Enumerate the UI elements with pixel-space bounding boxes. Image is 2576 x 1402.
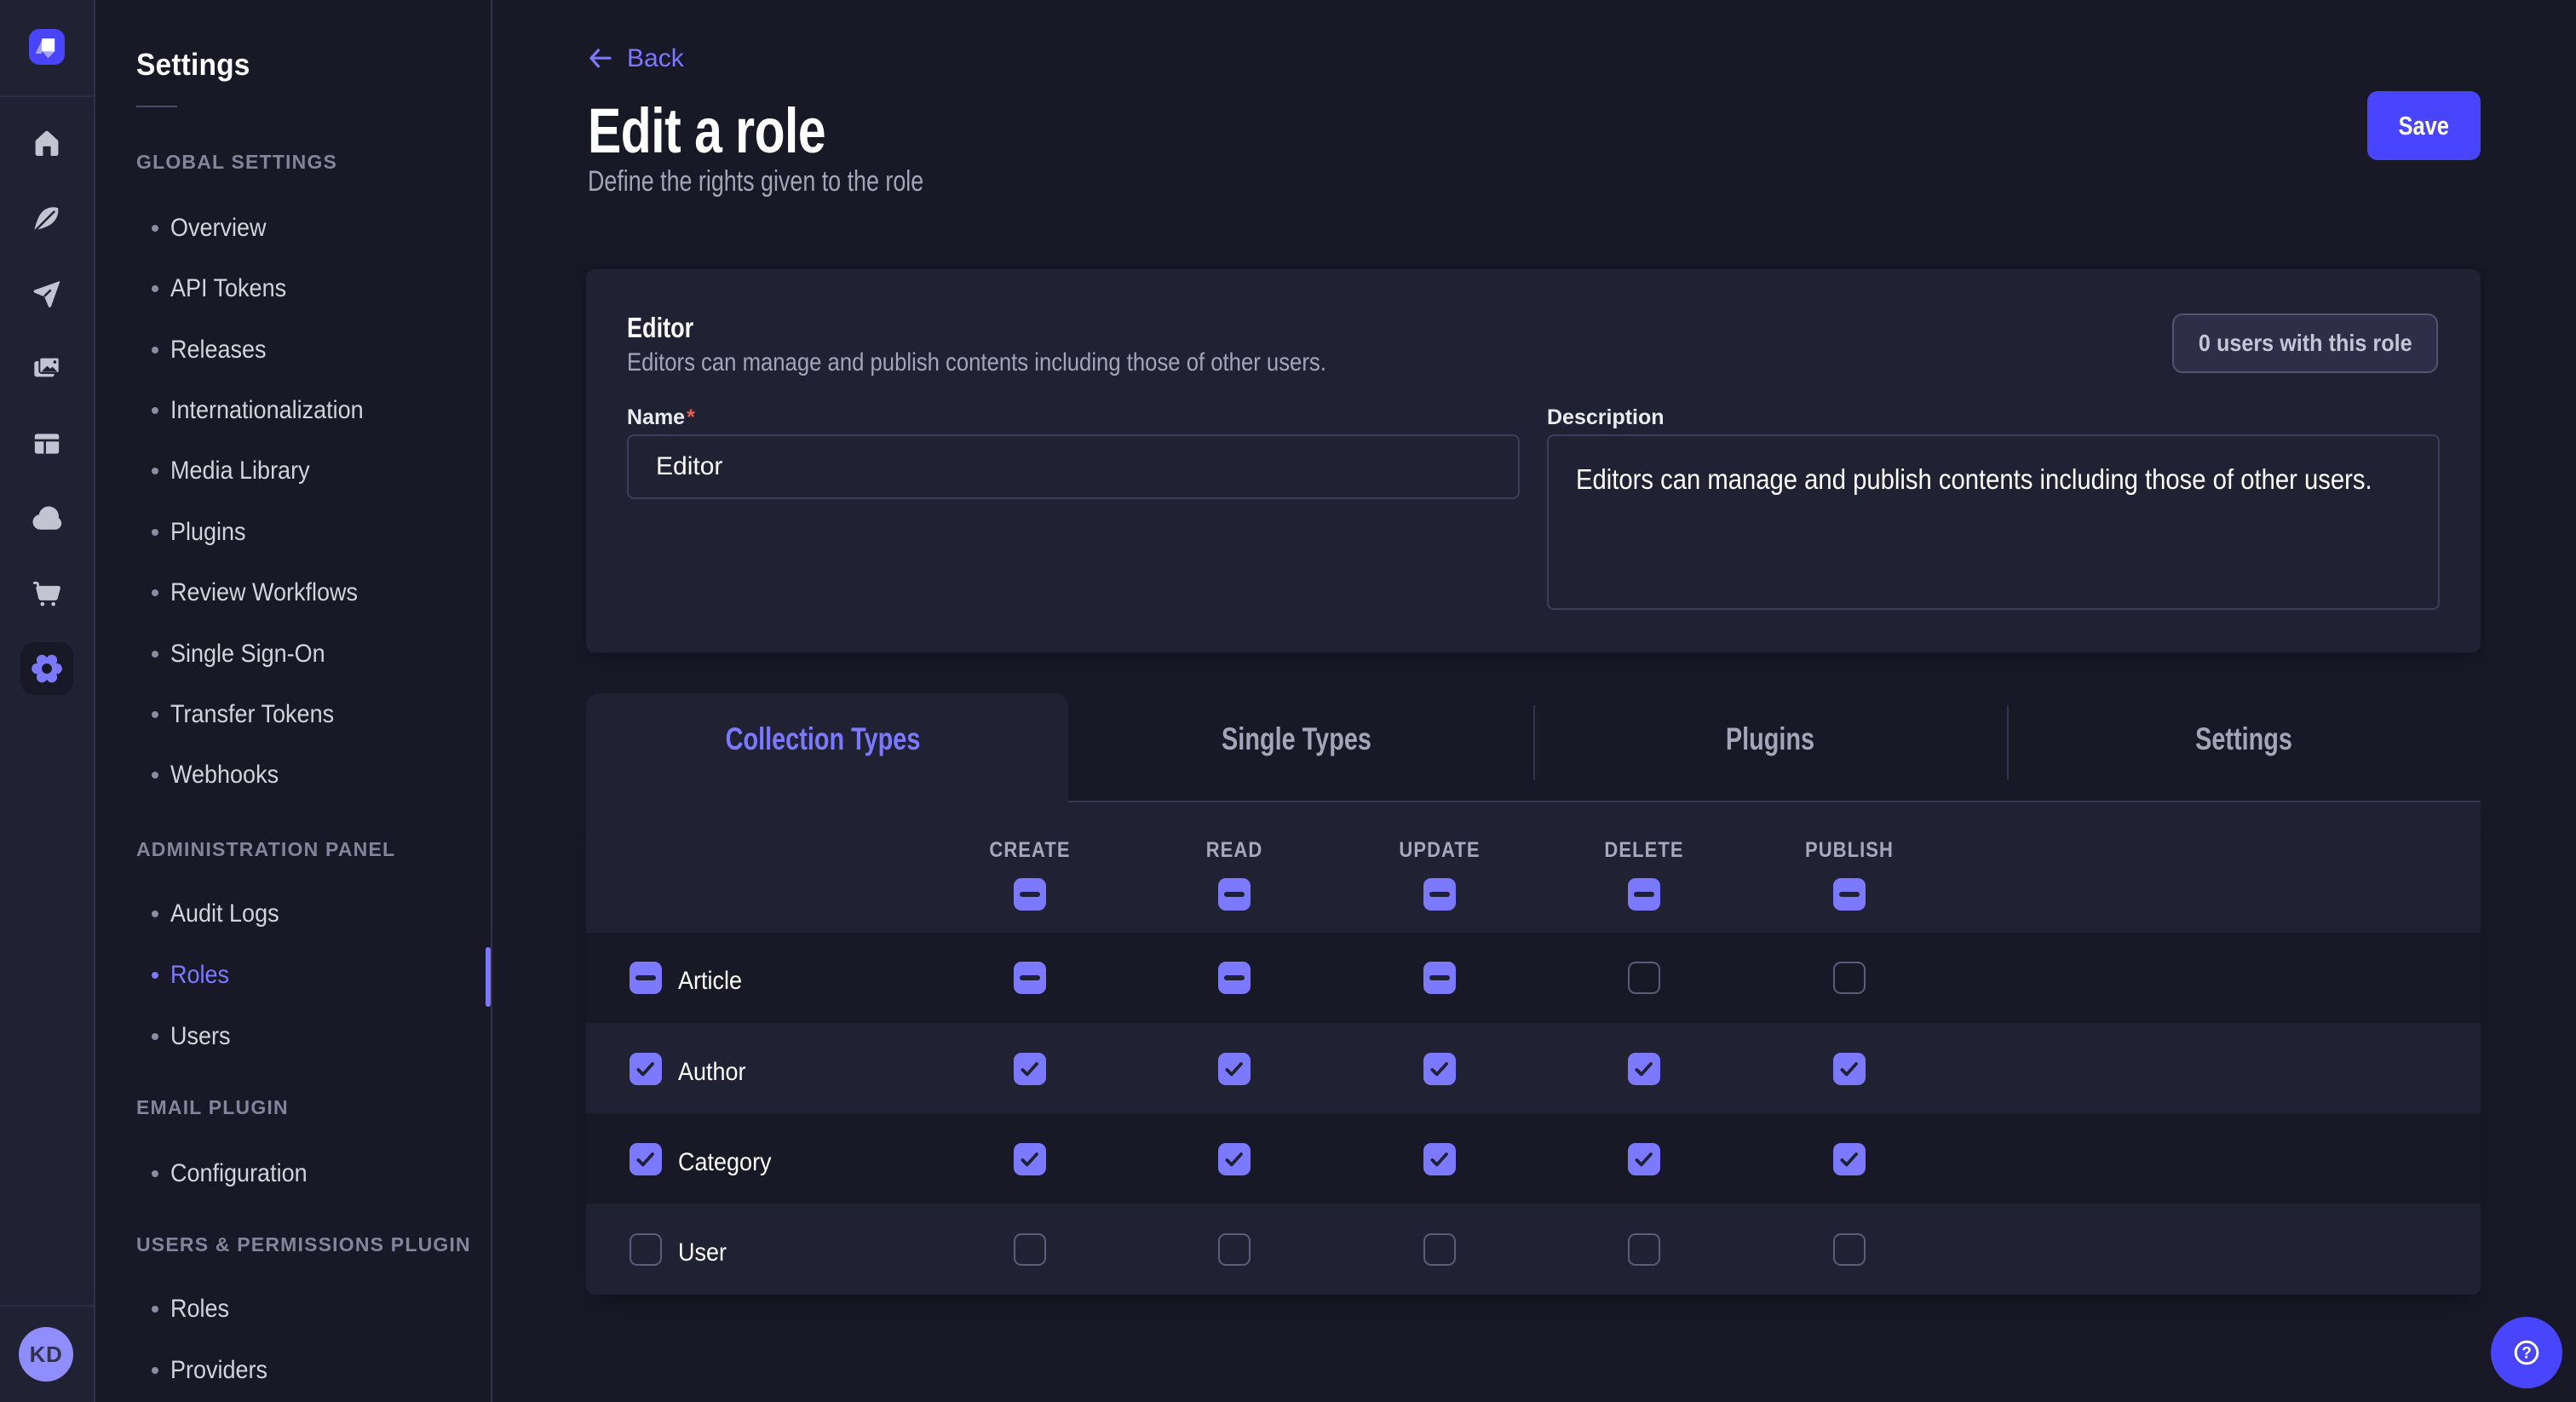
svg-text:?: ? [2521, 1344, 2532, 1362]
